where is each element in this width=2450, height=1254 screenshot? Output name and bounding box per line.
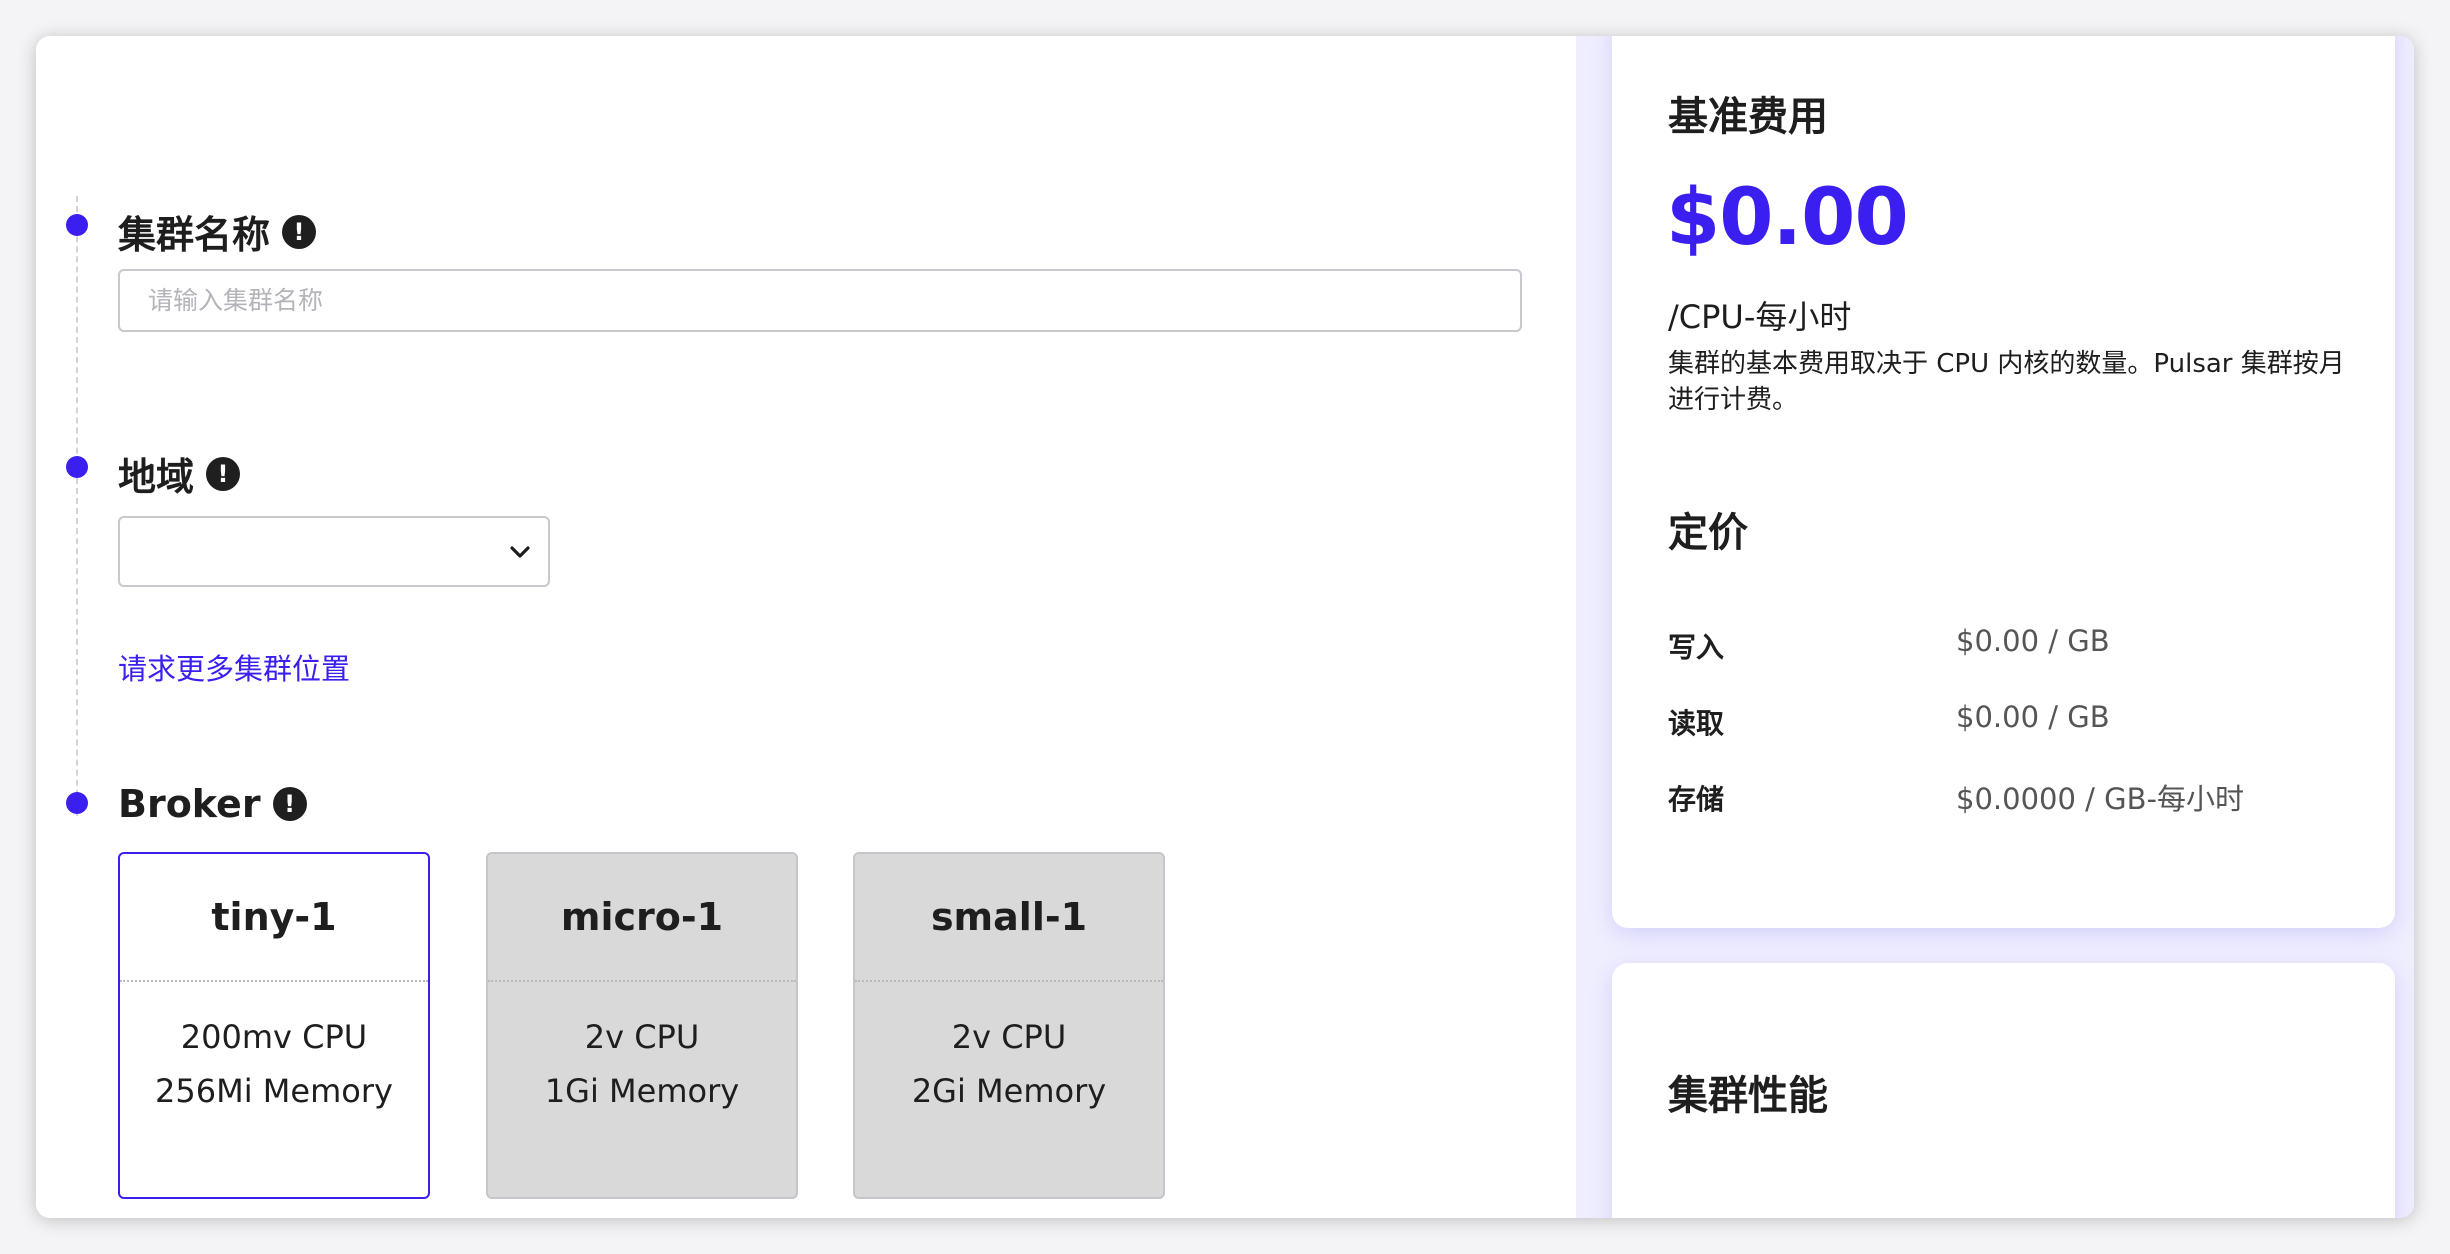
region-select[interactable]	[118, 516, 550, 587]
broker-option-name: small-1	[855, 854, 1163, 982]
broker-option-cpu: 200mv CPU	[180, 1018, 368, 1056]
pricing-row-label: 写入	[1668, 631, 1725, 664]
pricing-sidebar: 基准费用 $0.00 /CPU-每小时 集群的基本费用取决于 CPU 内核的数量…	[1576, 36, 2414, 1218]
broker-option-memory: 2Gi Memory	[911, 1072, 1107, 1110]
base-fee-description: 集群的基本费用取决于 CPU 内核的数量。Pulsar 集群按月进行计费。	[1668, 349, 2345, 415]
window: 集群名称 ! 地域 ! 请求更多集群位置 Broker ! tiny-1 200…	[36, 36, 2414, 1218]
base-fee-price: $0.00	[1666, 173, 1909, 263]
broker-option-cpu: 2v CPU	[584, 1018, 700, 1056]
step-dot-broker	[66, 792, 88, 814]
performance-title: 集群性能	[1668, 1073, 1828, 1119]
broker-option-name: tiny-1	[120, 854, 428, 982]
broker-option-tiny-1[interactable]: tiny-1 200mv CPU 256Mi Memory	[118, 852, 430, 1199]
broker-option-small-1[interactable]: small-1 2v CPU 2Gi Memory	[853, 852, 1165, 1199]
base-fee-title: 基准费用	[1668, 94, 1828, 140]
cluster-name-title: 集群名称	[118, 213, 271, 257]
broker-option-memory: 256Mi Memory	[155, 1072, 393, 1110]
broker-heading: Broker !	[118, 782, 307, 826]
region-heading: 地域 !	[118, 446, 241, 501]
step-dot-cluster-name	[66, 214, 88, 236]
region-title: 地域	[118, 455, 195, 499]
cluster-form: 集群名称 ! 地域 ! 请求更多集群位置 Broker ! tiny-1 200…	[36, 36, 1576, 1218]
pricing-row-label: 读取	[1668, 707, 1725, 740]
chevron-down-icon	[510, 546, 530, 558]
pricing-row-label: 存储	[1668, 783, 1725, 816]
info-icon[interactable]: !	[282, 214, 317, 249]
step-timeline	[76, 196, 78, 816]
info-icon[interactable]: !	[272, 787, 307, 821]
info-icon[interactable]: !	[206, 456, 241, 491]
pricing-title: 定价	[1668, 510, 1748, 556]
broker-option-memory: 1Gi Memory	[544, 1072, 740, 1110]
request-more-locations-link[interactable]: 请求更多集群位置	[118, 646, 350, 688]
pricing-row-value: $0.00 / GB	[1956, 700, 2110, 734]
pricing-panel: 基准费用 $0.00 /CPU-每小时 集群的基本费用取决于 CPU 内核的数量…	[1612, 36, 2395, 928]
broker-title: Broker	[118, 782, 261, 826]
broker-option-name: micro-1	[488, 854, 796, 982]
broker-option-cpu: 2v CPU	[951, 1018, 1067, 1056]
pricing-row-value: $0.00 / GB	[1956, 624, 2110, 658]
performance-panel: 集群性能	[1612, 963, 2395, 1218]
broker-option-micro-1[interactable]: micro-1 2v CPU 1Gi Memory	[486, 852, 798, 1199]
pricing-row-value: $0.0000 / GB-每小时	[1956, 782, 2244, 816]
step-dot-region	[66, 456, 88, 478]
cluster-name-input[interactable]	[118, 269, 1522, 332]
cluster-name-heading: 集群名称 !	[118, 204, 317, 259]
base-fee-unit: /CPU-每小时	[1668, 298, 1852, 336]
